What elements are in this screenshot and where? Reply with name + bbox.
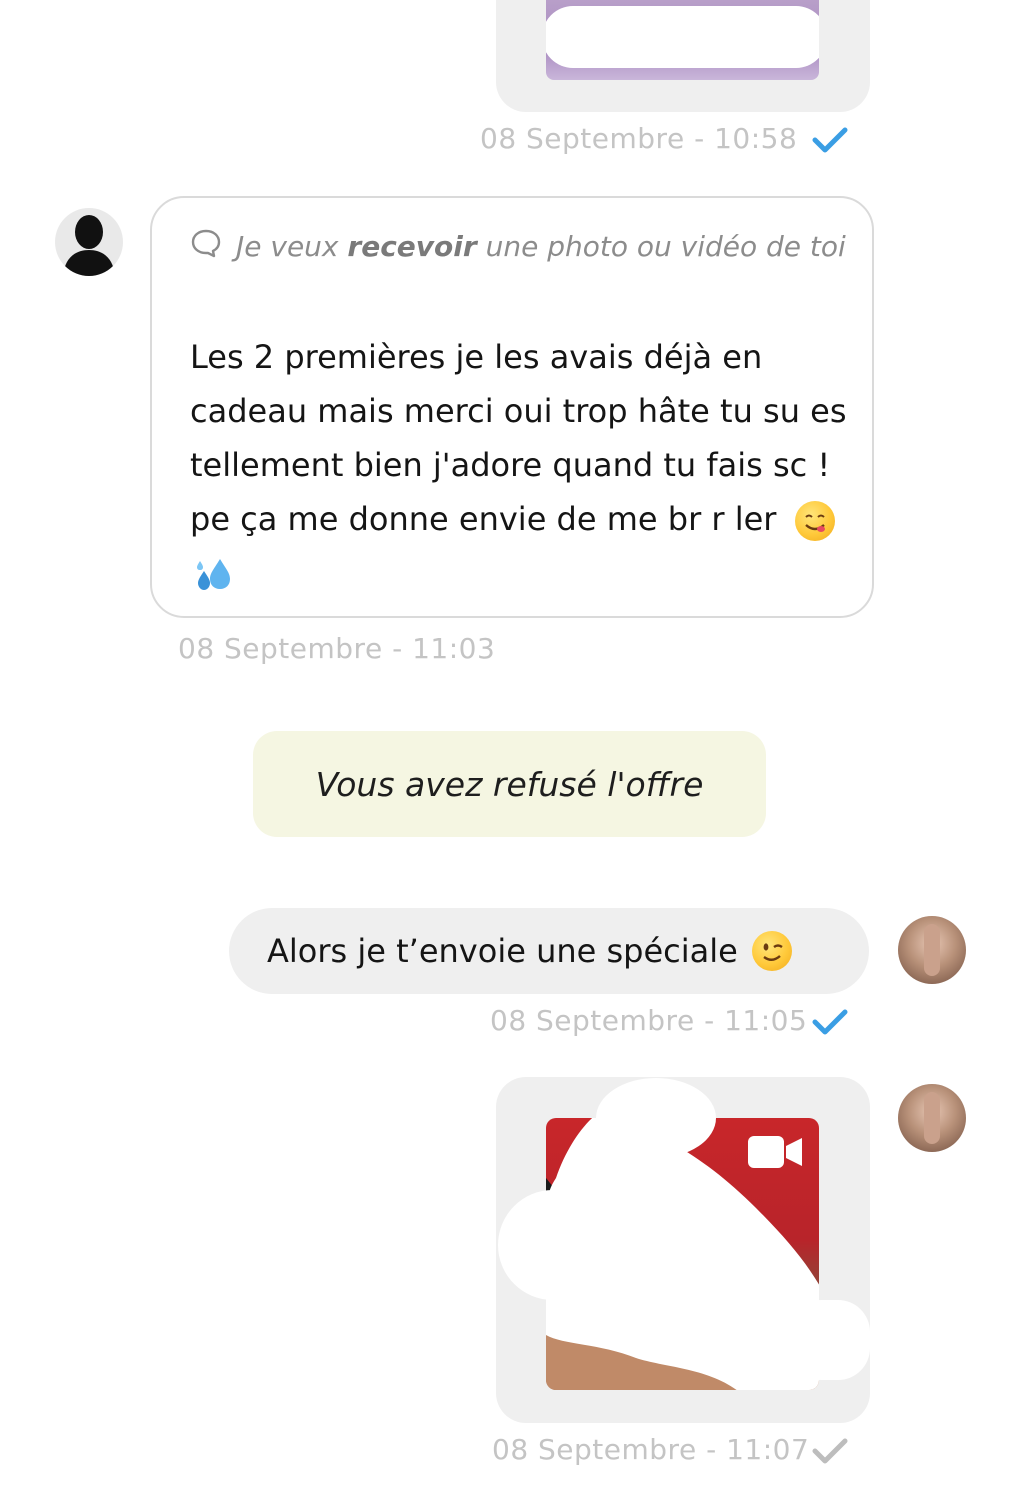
sent-message-text: Alors je t’envoie une spéciale: [267, 932, 738, 970]
read-check-icon: [812, 127, 848, 153]
redaction-mark: [498, 1190, 608, 1300]
sweat-droplets-emoji: [192, 555, 236, 595]
message-body: Les 2 premières je les avais déjà en cad…: [190, 338, 847, 538]
received-message-text: Les 2 premières je les avais déjà en cad…: [190, 330, 850, 600]
sent-check-icon: [812, 1438, 848, 1464]
user-avatar[interactable]: [898, 916, 966, 984]
offer-refused-notice: Vous avez refusé l'offre: [253, 731, 766, 837]
redaction-mark: [546, 6, 819, 68]
message-timestamp: 08 Septembre - 11:07: [492, 1433, 810, 1466]
message-timestamp: 08 Septembre - 10:58: [480, 122, 798, 155]
photo-thumbnail[interactable]: [546, 0, 819, 80]
offer-prefix: Je veux: [236, 230, 348, 263]
system-notice-text: Vous avez refusé l'offre: [315, 764, 704, 804]
redaction-mark: [596, 1078, 716, 1158]
user-avatar[interactable]: [898, 1084, 966, 1152]
default-person-icon: [63, 215, 115, 276]
yum-emoji: [794, 501, 835, 541]
offer-request-text: Je veux recevoir une photo ou vidéo de t…: [190, 220, 850, 274]
redaction-mark: [790, 1300, 870, 1380]
offer-bold: recevoir: [347, 230, 477, 263]
message-timestamp: 08 Septembre - 11:05: [490, 1004, 808, 1037]
sent-message-bubble[interactable]: Alors je t’envoie une spéciale: [229, 908, 869, 994]
read-check-icon: [812, 1009, 848, 1035]
message-timestamp: 08 Septembre - 11:03: [178, 632, 496, 665]
contact-avatar[interactable]: [55, 208, 123, 276]
wink-emoji: [751, 931, 792, 971]
offer-suffix: une photo ou vidéo de toi: [476, 230, 846, 263]
